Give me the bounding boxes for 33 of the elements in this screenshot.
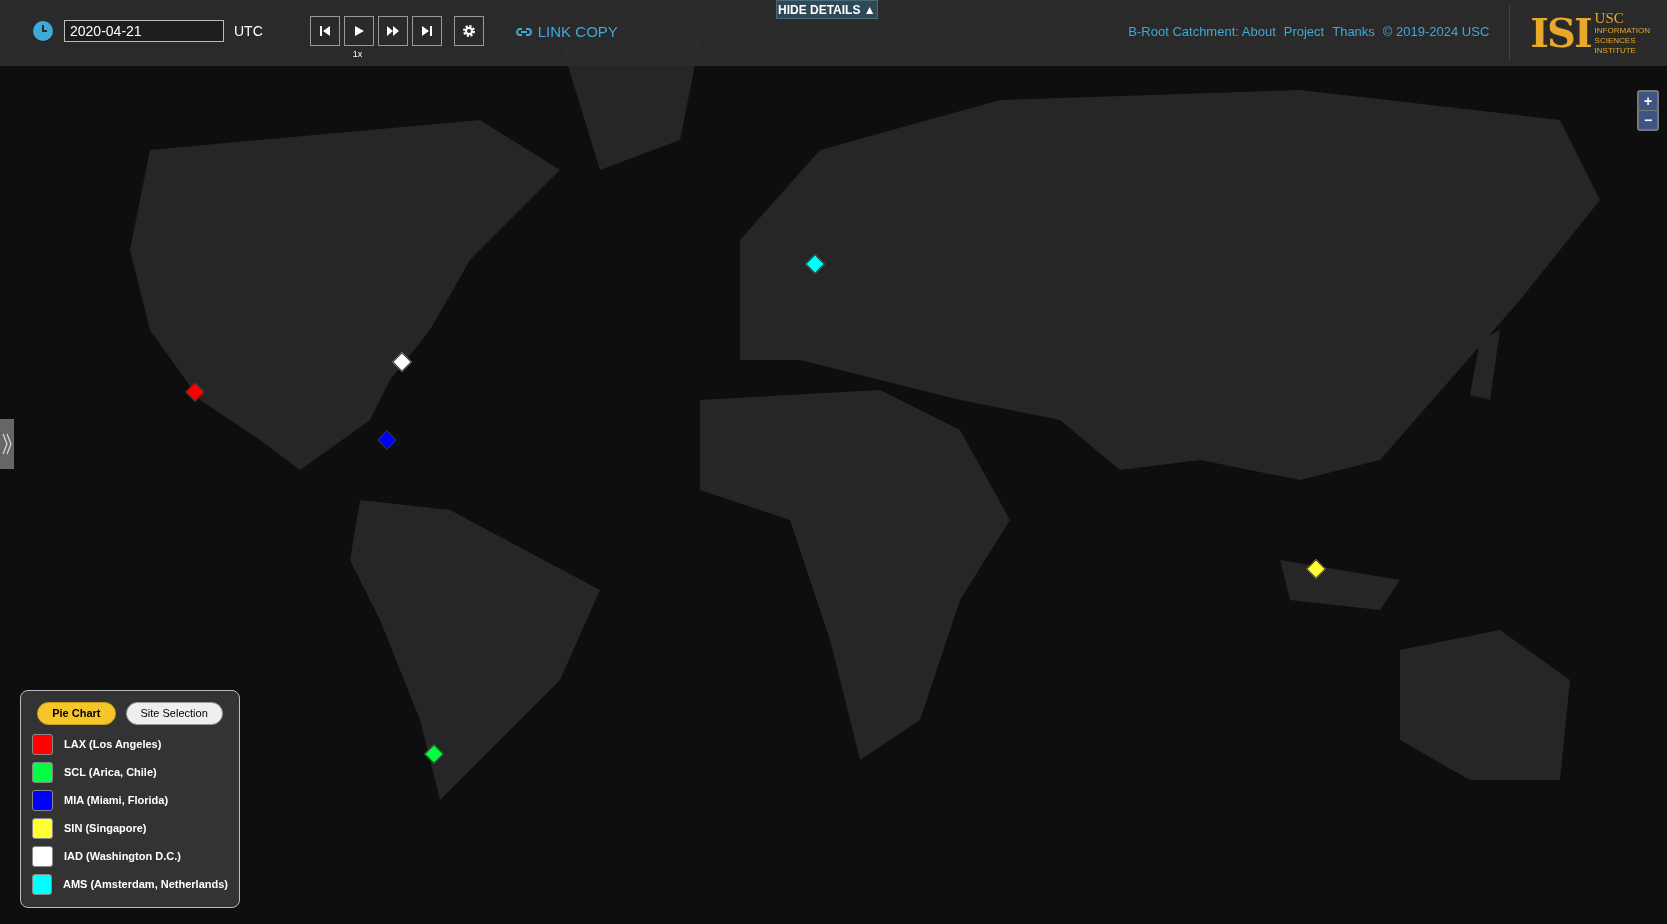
mode-tab[interactable]: Site Selection xyxy=(125,702,223,725)
settings-button[interactable] xyxy=(453,16,484,46)
header-link[interactable]: B-Root Catchment: About xyxy=(1128,22,1276,42)
skip-forward-button[interactable] xyxy=(411,16,442,46)
fast-forward-button[interactable] xyxy=(377,16,408,46)
skip-forward-icon xyxy=(420,25,433,37)
timezone-label: UTC xyxy=(234,21,263,41)
skip-back-icon xyxy=(318,25,331,37)
site-label: MIA (Miami, Florida) xyxy=(64,793,169,809)
fast-forward-icon xyxy=(385,25,400,37)
site-label: LAX (Los Angeles) xyxy=(64,737,162,753)
zoom-out-button[interactable]: − xyxy=(1639,111,1657,129)
play-button[interactable] xyxy=(343,16,374,46)
header-link[interactable]: Project xyxy=(1283,22,1325,42)
zoom-in-button[interactable]: + xyxy=(1639,92,1657,110)
site-label: SCL (Arica, Chile) xyxy=(64,765,157,781)
header-link[interactable]: Thanks xyxy=(1332,22,1375,42)
play-icon xyxy=(352,25,365,37)
skip-back-button[interactable] xyxy=(309,16,340,46)
link-icon xyxy=(515,26,532,38)
site-label: AMS (Amsterdam, Netherlands) xyxy=(62,877,228,893)
site-label: SIN (Singapore) xyxy=(64,821,147,837)
hide-details-button[interactable]: HIDE DETAILS ▲ xyxy=(776,0,878,19)
site-label: IAD (Washington D.C.) xyxy=(64,849,181,865)
clock-icon xyxy=(33,21,53,41)
speed-label: 1x xyxy=(352,48,363,61)
date-field[interactable]: 2020-04-21 xyxy=(64,20,224,42)
side-panel-toggle[interactable] xyxy=(0,419,14,469)
link-copy-button[interactable]: LINK COPY xyxy=(515,20,618,44)
settings-icon xyxy=(461,24,476,38)
double-chevron-icon xyxy=(2,432,12,456)
header-link[interactable]: © 2019-2024 USC xyxy=(1382,22,1490,42)
mode-tab[interactable]: Pie Chart xyxy=(37,702,116,725)
